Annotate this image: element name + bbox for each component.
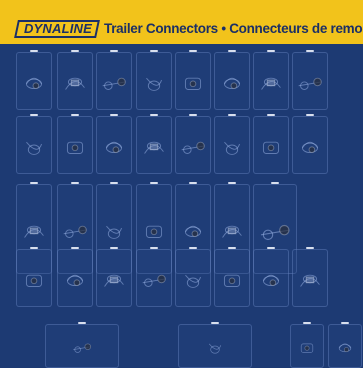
product-card <box>16 247 52 307</box>
product-card <box>292 247 328 307</box>
product-card <box>214 114 250 174</box>
product-card <box>96 247 132 307</box>
connector-illustration-icon <box>300 343 314 353</box>
hang-hook <box>306 50 314 52</box>
product-card <box>178 322 252 368</box>
product-card <box>16 50 52 110</box>
connector-illustration-icon <box>104 274 124 287</box>
header-title: Trailer Connectors • Connecteurs de remo… <box>104 21 363 36</box>
product-card <box>45 322 119 368</box>
connector-illustration-icon <box>223 274 241 287</box>
hang-hook <box>78 322 86 324</box>
connector-illustration-icon <box>262 274 280 287</box>
connector-illustration-icon <box>223 77 241 90</box>
connector-illustration-icon <box>146 77 163 91</box>
product-card <box>136 50 172 110</box>
hang-hook <box>189 247 197 249</box>
connector-illustration-icon <box>73 343 92 353</box>
hang-hook <box>30 50 38 52</box>
connector-illustration-icon <box>208 343 222 354</box>
hang-hook <box>267 247 275 249</box>
hang-hook <box>271 182 279 184</box>
brand-logo: DYNALINE <box>14 20 100 38</box>
product-card <box>214 247 250 307</box>
connector-illustration-icon <box>338 343 352 353</box>
hang-hook <box>150 247 158 249</box>
connector-illustration-icon <box>185 274 202 288</box>
connector-illustration-icon <box>224 141 241 155</box>
product-card <box>175 247 211 307</box>
hang-hook <box>228 182 236 184</box>
hang-hook <box>30 247 38 249</box>
hang-hook <box>189 182 197 184</box>
connector-illustration-icon <box>300 274 320 287</box>
hang-hook <box>306 114 314 116</box>
header-banner: DYNALINE Trailer Connectors • Connecteur… <box>0 0 363 44</box>
connector-illustration-icon <box>142 274 166 287</box>
hang-hook <box>110 114 118 116</box>
product-card <box>136 114 172 174</box>
hang-hook <box>110 182 118 184</box>
product-card <box>16 114 52 174</box>
hang-hook <box>110 247 118 249</box>
product-card <box>292 50 328 110</box>
connector-illustration-icon <box>144 141 164 154</box>
product-card <box>57 50 93 110</box>
connector-illustration-icon <box>25 274 43 287</box>
hang-hook <box>150 182 158 184</box>
product-card <box>57 114 93 174</box>
hang-hook <box>303 322 311 324</box>
product-panel-area <box>0 44 363 368</box>
product-card <box>96 50 132 110</box>
hang-hook <box>30 182 38 184</box>
connector-illustration-icon <box>66 141 84 154</box>
hang-hook <box>110 50 118 52</box>
product-card <box>290 322 324 368</box>
connector-illustration-icon <box>26 141 43 155</box>
hang-hook <box>150 50 158 52</box>
product-card <box>96 114 132 174</box>
hang-hook <box>228 114 236 116</box>
brand-logo-text: DYNALINE <box>23 21 93 36</box>
product-card <box>253 114 289 174</box>
hang-hook <box>228 247 236 249</box>
connector-illustration-icon <box>262 141 280 154</box>
hang-hook <box>150 114 158 116</box>
hang-hook <box>71 114 79 116</box>
hang-hook <box>228 50 236 52</box>
product-card <box>253 50 289 110</box>
product-card <box>292 114 328 174</box>
hang-hook <box>71 182 79 184</box>
product-display-board: DYNALINE Trailer Connectors • Connecteur… <box>0 0 363 368</box>
product-card <box>214 50 250 110</box>
hang-hook <box>30 114 38 116</box>
connector-illustration-icon <box>105 141 123 154</box>
connector-illustration-icon <box>261 77 281 90</box>
hang-hook <box>71 247 79 249</box>
product-card <box>175 114 211 174</box>
connector-illustration-icon <box>184 77 202 90</box>
connector-illustration-icon <box>102 77 126 90</box>
hang-hook <box>211 322 219 324</box>
hang-hook <box>267 114 275 116</box>
product-card <box>253 247 289 307</box>
hang-hook <box>189 50 197 52</box>
product-card <box>175 50 211 110</box>
product-card <box>57 247 93 307</box>
connector-illustration-icon <box>181 141 205 154</box>
product-card <box>328 322 362 368</box>
product-card <box>136 247 172 307</box>
connector-illustration-icon <box>66 274 84 287</box>
hang-hook <box>306 247 314 249</box>
hang-hook <box>267 50 275 52</box>
connector-illustration-icon <box>298 77 322 90</box>
hang-hook <box>341 322 349 324</box>
connector-illustration-icon <box>65 77 85 90</box>
hang-hook <box>71 50 79 52</box>
hang-hook <box>189 114 197 116</box>
connector-illustration-icon <box>25 77 43 90</box>
connector-illustration-icon <box>301 141 319 154</box>
